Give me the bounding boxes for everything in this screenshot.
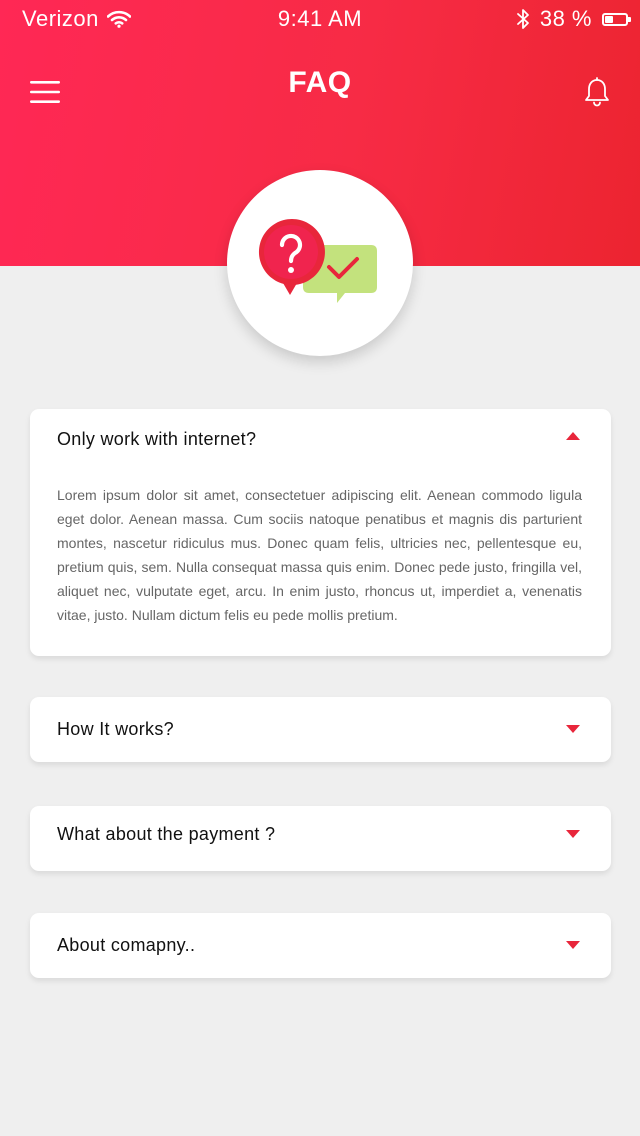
status-bar: Verizon 9:41 AM 38 % (0, 0, 640, 40)
bluetooth-icon (516, 9, 529, 29)
status-right-group: 38 % (516, 6, 631, 32)
faq-item[interactable]: Only work with internet? Lorem ipsum dol… (30, 409, 611, 656)
page-title: FAQ (288, 66, 352, 99)
faq-item[interactable]: How It works? (30, 697, 611, 762)
battery-percent: 38 % (539, 6, 592, 31)
faq-chat-illustration-icon (258, 219, 377, 303)
chevron-up-icon[interactable] (565, 431, 581, 441)
bell-icon (585, 77, 609, 107)
chevron-down-icon[interactable] (565, 724, 581, 734)
chevron-down-icon[interactable] (565, 940, 581, 950)
battery-level-fill (605, 15, 613, 23)
chevron-down-icon[interactable] (565, 829, 581, 839)
faq-question: Only work with internet? (57, 429, 257, 449)
faq-item[interactable]: About comapny.. (30, 913, 611, 978)
battery-icon (602, 12, 631, 26)
notifications-button[interactable] (578, 72, 616, 112)
faq-question: How It works? (57, 719, 174, 739)
faq-answer: Lorem ipsum dolor sit amet, consectetuer… (57, 487, 582, 623)
faq-question: What about the payment ? (57, 824, 276, 844)
faq-hero-badge (227, 170, 413, 356)
faq-question: About comapny.. (57, 935, 196, 955)
faq-item[interactable]: What about the payment ? (30, 806, 611, 871)
